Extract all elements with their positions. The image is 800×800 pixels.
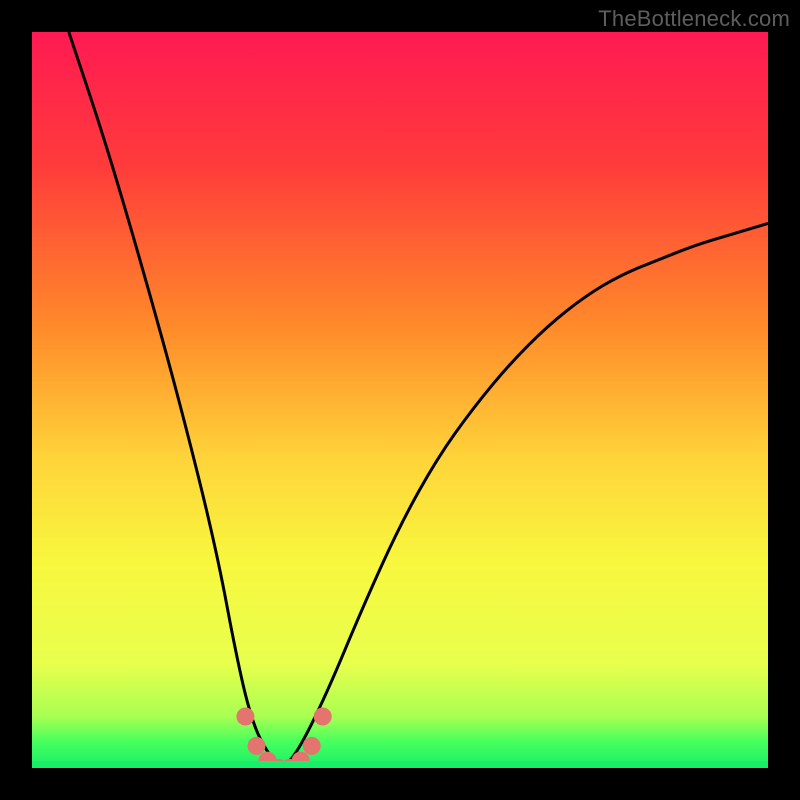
valley-marker [248, 737, 266, 755]
valley-marker [236, 708, 254, 726]
chart-frame: TheBottleneck.com [0, 0, 800, 800]
curve-layer [32, 32, 768, 768]
plot-area [32, 32, 768, 768]
valley-marker [314, 708, 332, 726]
valley-marker [303, 737, 321, 755]
black-curve [69, 32, 768, 764]
watermark-text: TheBottleneck.com [598, 6, 790, 32]
valley-markers [236, 708, 331, 769]
green-band [32, 761, 768, 768]
